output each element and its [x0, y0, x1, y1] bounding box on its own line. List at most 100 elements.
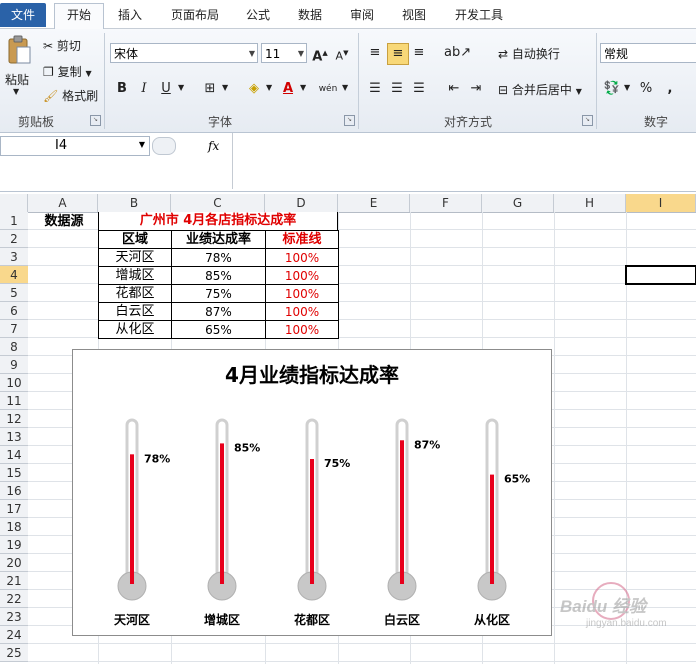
- tab-insert[interactable]: 插入: [110, 4, 150, 26]
- insert-function-icon[interactable]: fx: [208, 136, 230, 156]
- table-cell[interactable]: 白云区: [98, 302, 172, 321]
- align-middle-icon[interactable]: ≡: [387, 43, 409, 65]
- align-left-icon[interactable]: ☰: [365, 79, 385, 99]
- orientation-icon[interactable]: ab↗: [444, 43, 471, 63]
- row-header[interactable]: 3: [0, 248, 28, 266]
- number-format-select[interactable]: 常规: [600, 43, 696, 63]
- align-bottom-icon[interactable]: ≡: [409, 43, 429, 63]
- bold-button[interactable]: B: [112, 79, 132, 99]
- table-cell[interactable]: 天河区: [98, 248, 172, 267]
- column-header[interactable]: F: [410, 194, 482, 212]
- fill-color-icon[interactable]: ◈: [244, 79, 264, 99]
- font-name-select[interactable]: 宋体 ▼: [110, 43, 258, 63]
- font-color-icon[interactable]: A: [278, 79, 298, 99]
- table-cell[interactable]: 花都区: [98, 284, 172, 303]
- font-size-select[interactable]: 11 ▼: [261, 43, 307, 63]
- paste-button[interactable]: [6, 35, 32, 65]
- tab-formulas[interactable]: 公式: [238, 4, 278, 26]
- row-header[interactable]: 18: [0, 518, 28, 536]
- table-header-cell[interactable]: 业绩达成率: [171, 230, 266, 249]
- increase-indent-icon[interactable]: ⇥: [466, 79, 486, 99]
- row-header[interactable]: 25: [0, 644, 28, 662]
- row-header[interactable]: 6: [0, 302, 28, 320]
- cut-button[interactable]: ✂ 剪切: [43, 37, 81, 54]
- align-center-icon[interactable]: ☰: [387, 79, 407, 99]
- table-cell[interactable]: 100%: [265, 266, 339, 285]
- column-header[interactable]: C: [171, 194, 265, 212]
- row-header[interactable]: 11: [0, 392, 28, 410]
- row-header[interactable]: 7: [0, 320, 28, 338]
- fill-dropdown-icon[interactable]: ▼: [266, 83, 272, 92]
- phonetic-icon[interactable]: wén: [318, 79, 338, 99]
- borders-dropdown-icon[interactable]: ▼: [222, 83, 228, 92]
- tab-view[interactable]: 视图: [394, 4, 434, 26]
- row-header[interactable]: 14: [0, 446, 28, 464]
- tab-file[interactable]: 文件: [0, 3, 46, 27]
- row-header[interactable]: 16: [0, 482, 28, 500]
- font-color-dropdown-icon[interactable]: ▼: [300, 83, 306, 92]
- copy-button[interactable]: ❐ 复制 ▼: [43, 63, 92, 80]
- tab-developer[interactable]: 开发工具: [446, 4, 512, 26]
- italic-button[interactable]: I: [134, 79, 154, 99]
- tab-review[interactable]: 审阅: [342, 4, 382, 26]
- column-header-selected[interactable]: I: [626, 194, 696, 212]
- table-title-cell[interactable]: 广州市 4月各店指标达成率: [98, 212, 338, 230]
- table-header-cell[interactable]: 标准线: [265, 230, 339, 249]
- wrap-text-button[interactable]: ⇄ 自动换行: [498, 45, 560, 62]
- row-header[interactable]: 19: [0, 536, 28, 554]
- row-header[interactable]: 10: [0, 374, 28, 392]
- percent-button[interactable]: %: [636, 79, 656, 99]
- table-cell[interactable]: 从化区: [98, 320, 172, 339]
- underline-dropdown-icon[interactable]: ▼: [178, 83, 184, 92]
- row-header[interactable]: 23: [0, 608, 28, 626]
- table-cell[interactable]: 65%: [171, 320, 266, 339]
- paste-dropdown-icon[interactable]: ▼: [13, 87, 19, 96]
- decrease-indent-icon[interactable]: ⇤: [444, 79, 464, 99]
- column-header[interactable]: D: [265, 194, 338, 212]
- merge-center-button[interactable]: ⊟ 合并后居中 ▼: [498, 81, 582, 98]
- row-header[interactable]: 1: [0, 212, 28, 230]
- table-cell[interactable]: 增城区: [98, 266, 172, 285]
- table-cell[interactable]: 100%: [265, 284, 339, 303]
- table-cell[interactable]: 75%: [171, 284, 266, 303]
- shrink-font-icon[interactable]: A▼: [332, 43, 352, 63]
- table-cell[interactable]: 78%: [171, 248, 266, 267]
- row-header[interactable]: 2: [0, 230, 28, 248]
- row-header[interactable]: 24: [0, 626, 28, 644]
- column-header[interactable]: H: [554, 194, 626, 212]
- font-launcher-icon[interactable]: ↘: [344, 115, 355, 126]
- alignment-launcher-icon[interactable]: ↘: [582, 115, 593, 126]
- row-header[interactable]: 9: [0, 356, 28, 374]
- row-header[interactable]: 8: [0, 338, 28, 356]
- name-box[interactable]: I4 ▼: [0, 136, 150, 156]
- tab-data[interactable]: 数据: [290, 4, 330, 26]
- borders-icon[interactable]: ⊞: [200, 79, 220, 99]
- phonetic-dropdown-icon[interactable]: ▼: [342, 83, 348, 92]
- currency-icon[interactable]: 💱: [602, 79, 622, 99]
- table-cell[interactable]: 87%: [171, 302, 266, 321]
- table-cell[interactable]: 85%: [171, 266, 266, 285]
- formula-input[interactable]: [232, 133, 696, 189]
- row-header[interactable]: 21: [0, 572, 28, 590]
- grow-font-icon[interactable]: A▲: [310, 43, 330, 64]
- row-header[interactable]: 4: [0, 266, 28, 284]
- clipboard-launcher-icon[interactable]: ↘: [90, 115, 101, 126]
- row-header[interactable]: 20: [0, 554, 28, 572]
- column-header[interactable]: B: [98, 194, 171, 212]
- table-cell[interactable]: 100%: [265, 302, 339, 321]
- currency-dropdown-icon[interactable]: ▼: [624, 83, 630, 92]
- table-header-cell[interactable]: 区域: [98, 230, 172, 249]
- align-right-icon[interactable]: ☰: [409, 79, 429, 99]
- row-header[interactable]: 5: [0, 284, 28, 302]
- row-header[interactable]: 22: [0, 590, 28, 608]
- tab-home[interactable]: 开始: [54, 3, 104, 29]
- column-header[interactable]: E: [338, 194, 410, 212]
- column-header[interactable]: G: [482, 194, 554, 212]
- paste-label[interactable]: 粘贴: [5, 71, 29, 88]
- align-top-icon[interactable]: ≡: [365, 43, 385, 63]
- format-painter-button[interactable]: 🖌 格式刷: [43, 87, 98, 104]
- source-label-cell[interactable]: 数据源: [30, 213, 98, 231]
- comma-button[interactable]: ,: [660, 79, 680, 99]
- formula-bar-splitter[interactable]: [152, 137, 176, 155]
- select-all-corner[interactable]: [0, 194, 28, 212]
